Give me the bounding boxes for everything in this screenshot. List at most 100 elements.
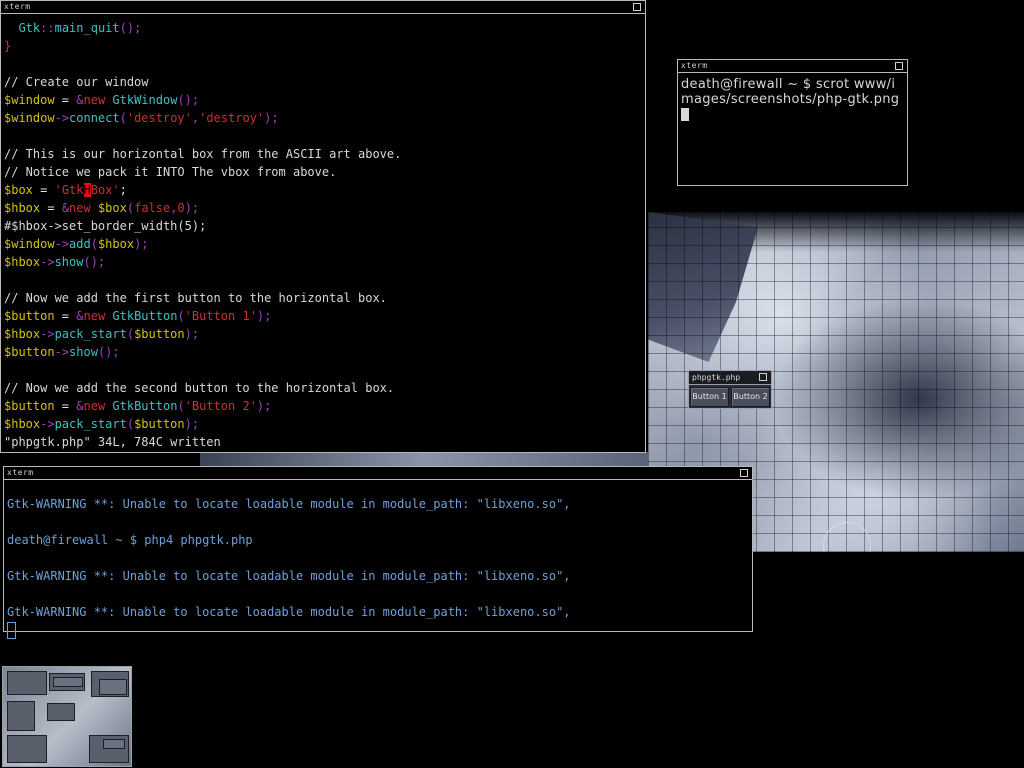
editor-text-area[interactable]: Gtk::main_quit();}// Create our window $w…	[1, 14, 645, 451]
code-token: // Now we add the second button to the h…	[4, 381, 395, 395]
pager-window-thumb[interactable]	[103, 739, 125, 749]
code-token: );	[184, 417, 200, 431]
pager-window-thumb[interactable]	[7, 735, 47, 763]
code-token: ->	[54, 237, 70, 251]
code-token: new	[83, 93, 113, 107]
code-token: 'destroy'	[126, 111, 192, 125]
code-token: }	[4, 39, 12, 53]
code-token: );	[264, 111, 279, 125]
editor-title: xterm	[4, 2, 31, 11]
code-token: show	[69, 345, 98, 359]
code-token: =	[54, 93, 77, 107]
code-token: $box	[4, 183, 33, 197]
button-1[interactable]: Button 1	[690, 387, 729, 407]
phpgtk-titlebar[interactable]: phpgtk.php	[689, 371, 771, 385]
console-terminal-area[interactable]: Gtk-WARNING **: Unable to locate loadabl…	[4, 480, 752, 639]
code-token: ();	[119, 21, 142, 35]
console-titlebar[interactable]: xterm	[4, 467, 752, 480]
code-token: 'Button 1'	[184, 309, 257, 323]
console-line: Gtk-WARNING **: Unable to locate loadabl…	[7, 497, 571, 511]
code-token: =	[32, 183, 55, 197]
code-token: &	[76, 93, 84, 107]
console-line: death@firewall ~ $ php4 phpgtk.php	[7, 533, 253, 547]
code-token: (	[177, 399, 185, 413]
scrot-terminal-area[interactable]: death@firewall ~ $ scrot www/images/scre…	[678, 73, 905, 122]
code-token: &	[76, 309, 84, 323]
code-token: $button	[4, 345, 55, 359]
code-token: );	[256, 399, 272, 413]
desktop-pager[interactable]	[2, 666, 132, 767]
pager-window-thumb[interactable]	[47, 703, 75, 721]
code-line: $hbox->pack_start($button);	[4, 415, 645, 433]
scrot-title: xterm	[681, 61, 708, 70]
code-line: // Create our window	[4, 73, 645, 91]
code-token: $button	[134, 417, 185, 431]
code-line: $window->add($hbox);	[4, 235, 645, 253]
maximize-icon[interactable]	[633, 3, 641, 11]
code-token: // Now we add the first button to the ho…	[4, 291, 387, 305]
console-title: xterm	[7, 468, 34, 477]
code-token: // Create our window	[4, 75, 149, 89]
code-line: $button = &new GtkButton('Button 1');	[4, 307, 645, 325]
code-token: ;	[119, 183, 127, 197]
code-token: 'destroy'	[199, 111, 265, 125]
code-token: (	[90, 237, 98, 251]
pager-window-thumb[interactable]	[7, 671, 47, 695]
maximize-icon[interactable]	[740, 469, 748, 477]
button-2[interactable]: Button 2	[731, 387, 770, 407]
maximize-icon[interactable]	[759, 373, 767, 381]
phpgtk-title: phpgtk.php	[692, 373, 741, 382]
code-line: $button = &new GtkButton('Button 2');	[4, 397, 645, 415]
code-line: $hbox = &new $box(false,0);	[4, 199, 645, 217]
code-line: // Notice we pack it INTO The vbox from …	[4, 163, 645, 181]
code-token: (	[126, 327, 135, 341]
code-token: new	[83, 399, 113, 413]
code-token: $box	[97, 201, 127, 215]
maximize-icon[interactable]	[895, 62, 903, 70]
code-token: main_quit	[54, 21, 120, 35]
editor-titlebar[interactable]: xterm	[1, 1, 645, 14]
code-token: $window	[4, 111, 55, 125]
code-token: );	[184, 327, 200, 341]
code-token: $hbox	[4, 255, 41, 269]
code-token: new	[69, 201, 98, 215]
console-xterm-window[interactable]: xterm Gtk-WARNING **: Unable to locate l…	[3, 466, 753, 639]
code-line: // This is our horizontal box from the A…	[4, 145, 645, 163]
code-token: ->	[54, 111, 70, 125]
code-line: // Now we add the second button to the h…	[4, 379, 645, 397]
code-token: 'Button 2'	[184, 399, 257, 413]
code-token: GtkWindow	[112, 93, 178, 107]
pager-window-thumb[interactable]	[99, 679, 127, 695]
code-token: &	[76, 399, 84, 413]
code-line: #$hbox->set_border_width(5);	[4, 217, 645, 235]
scrot-xterm-window[interactable]: xterm death@firewall ~ $ scrot www/image…	[677, 59, 908, 186]
pager-window-thumb[interactable]	[7, 701, 35, 731]
phpgtk-window[interactable]: phpgtk.php Button 1 Button 2	[688, 370, 772, 409]
editor-xterm-window[interactable]: xterm Gtk::main_quit();}// Create our wi…	[0, 0, 646, 453]
terminal-cursor	[681, 108, 689, 121]
code-token: ();	[177, 93, 200, 107]
code-line: $box = 'GtkHBox';	[4, 181, 645, 199]
pager-window-thumb[interactable]	[53, 677, 83, 687]
wallpaper-strip	[200, 452, 648, 466]
code-token: connect	[69, 111, 120, 125]
code-token: Box'	[90, 183, 120, 197]
code-line: // Now we add the first button to the ho…	[4, 289, 645, 307]
code-token: (	[126, 417, 135, 431]
code-token: $hbox	[97, 237, 135, 251]
code-token: #$hbox->set_border_width(5);	[4, 219, 207, 233]
code-token: H	[83, 183, 91, 197]
scrot-titlebar[interactable]: xterm	[678, 60, 907, 73]
code-token: );	[134, 237, 149, 251]
code-token: show	[54, 255, 84, 269]
console-line: Gtk-WARNING **: Unable to locate loadabl…	[7, 605, 571, 619]
code-token: ::	[40, 21, 55, 35]
code-token: $button	[134, 327, 185, 341]
code-token: =	[54, 309, 77, 323]
